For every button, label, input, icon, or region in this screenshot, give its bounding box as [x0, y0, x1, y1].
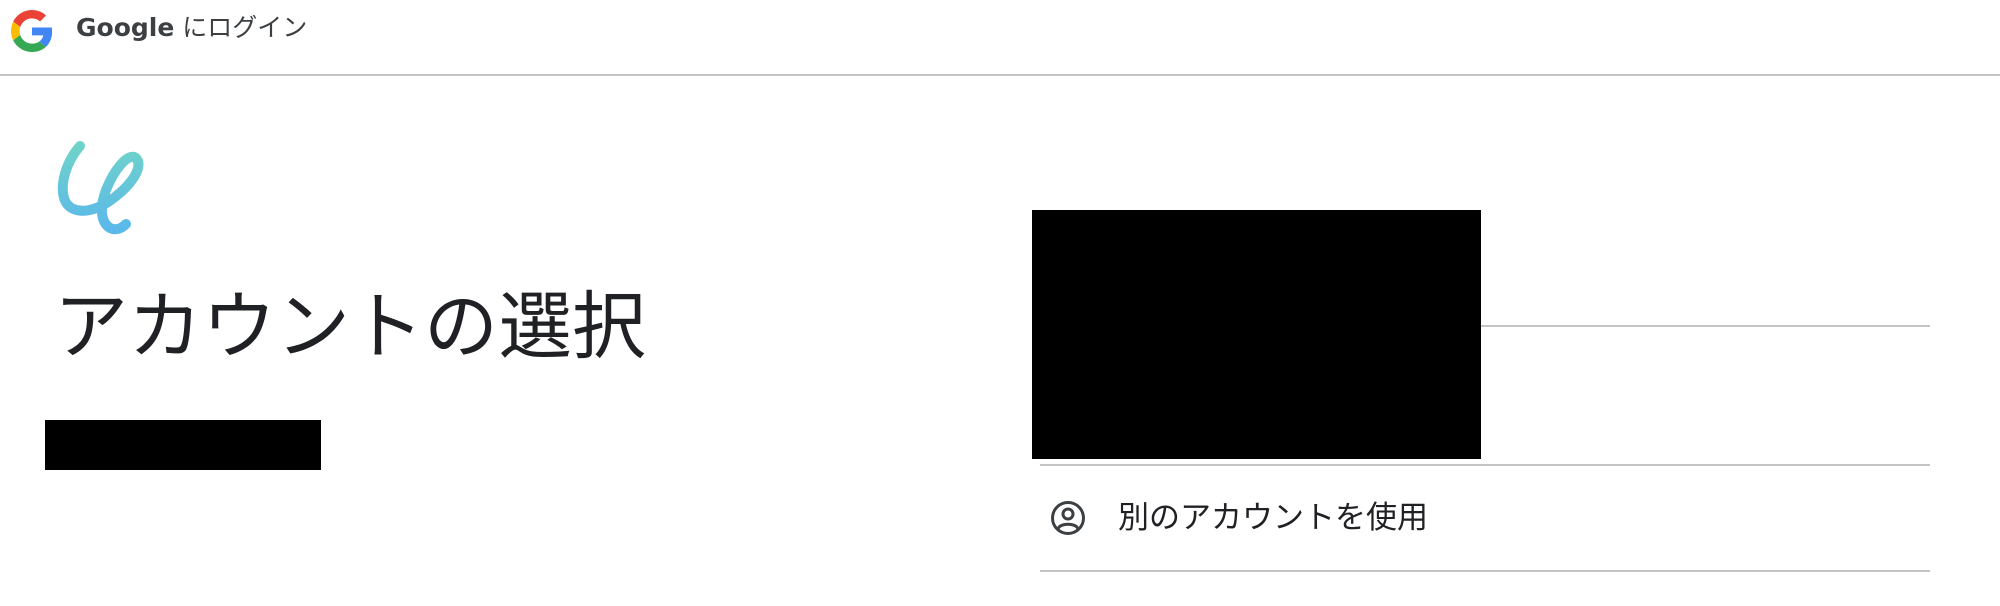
- app-logo-icon: [57, 141, 144, 235]
- use-another-account-button[interactable]: 別のアカウントを使用: [1040, 466, 1930, 570]
- header-brand: Google: [76, 13, 175, 42]
- account-divider: [1481, 325, 1930, 327]
- page-title: アカウントの選択: [54, 284, 646, 370]
- redacted-account-email: [45, 420, 321, 470]
- dialog-header: Google にログイン: [0, 0, 2000, 76]
- use-another-account-label: 別のアカウントを使用: [1118, 500, 1428, 536]
- header-title: Google にログイン: [76, 11, 307, 45]
- account-divider: [1040, 570, 1930, 572]
- redacted-account-list[interactable]: [1032, 210, 1481, 459]
- account-circle-icon: [1051, 501, 1085, 535]
- google-g-icon: [11, 10, 53, 52]
- header-subtitle: にログイン: [182, 13, 308, 42]
